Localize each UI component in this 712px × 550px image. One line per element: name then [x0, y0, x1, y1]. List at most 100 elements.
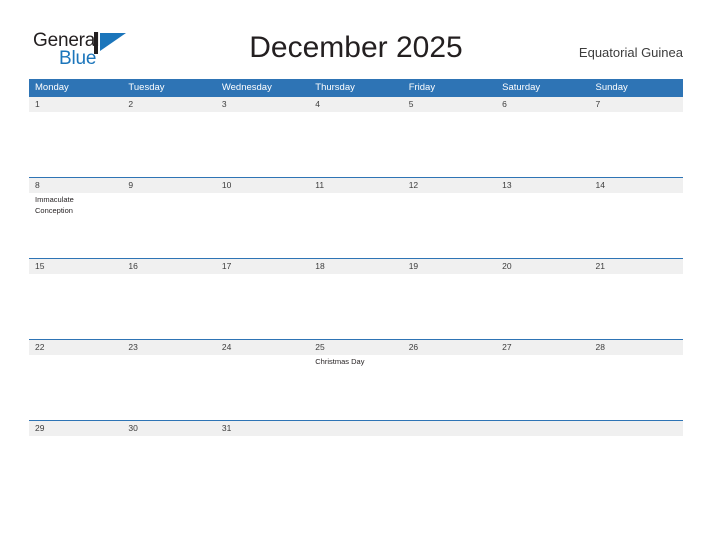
calendar-day-cell-empty	[496, 421, 590, 454]
calendar-day-cell[interactable]: 18	[309, 259, 403, 339]
day-number-banner: 23	[122, 340, 216, 355]
day-number-banner: 26	[402, 340, 497, 355]
calendar-week-cells: 1 2 3 4 5 6 7	[29, 97, 683, 177]
day-events	[403, 436, 496, 438]
day-number-banner: 9	[122, 178, 216, 193]
calendar-day-cell[interactable]: 20	[496, 259, 590, 339]
calendar-day-cell[interactable]: 7	[589, 97, 683, 177]
weekday-header-monday: Monday	[35, 82, 69, 93]
day-number: 12	[408, 180, 419, 190]
day-number: 18	[315, 261, 325, 271]
calendar-day-cell[interactable]: 21	[589, 259, 683, 339]
calendar-day-cell-empty	[402, 421, 497, 454]
calendar-day-cell[interactable]: 30	[122, 421, 216, 454]
calendar-day-cell[interactable]: 22	[29, 340, 123, 420]
calendar-day-cell[interactable]: 23	[122, 340, 216, 420]
calendar-day-cell[interactable]: 15	[29, 259, 123, 339]
calendar-day-cell[interactable]: 5	[402, 97, 497, 177]
day-events	[590, 112, 683, 114]
day-events	[496, 112, 589, 114]
day-number: 17	[221, 261, 232, 271]
day-number: 15	[35, 261, 45, 271]
day-number: 19	[408, 261, 419, 271]
day-number-banner: 30	[122, 421, 216, 436]
day-number-banner: 7	[589, 97, 683, 112]
day-events	[309, 112, 402, 114]
calendar-day-cell[interactable]: 24	[215, 340, 310, 420]
calendar-day-cell[interactable]: 6	[496, 97, 590, 177]
day-number-banner: 8	[29, 178, 123, 193]
day-number: 7	[595, 99, 601, 109]
day-number-banner: 20	[496, 259, 590, 274]
calendar-day-cell[interactable]: 12	[402, 178, 497, 258]
calendar-day-cell[interactable]: 29	[29, 421, 123, 454]
calendar-day-cell[interactable]: 27	[496, 340, 590, 420]
weekday-header-row: Monday Tuesday Wednesday Thursday Friday Satu…	[29, 79, 683, 96]
calendar-day-cell[interactable]: 2	[122, 97, 216, 177]
day-number: 20	[502, 261, 512, 271]
day-number-banner	[496, 421, 590, 436]
calendar-day-cell[interactable]: 14	[589, 178, 683, 258]
day-events: Christmas Day	[309, 355, 402, 368]
day-number-banner: 27	[496, 340, 590, 355]
calendar-week-row: 15 16 17 18 19 20 21	[29, 258, 683, 339]
day-number-banner: 22	[29, 340, 123, 355]
day-number: 29	[35, 423, 45, 433]
day-number-banner: 14	[589, 178, 683, 193]
calendar-day-cell[interactable]: 1	[29, 97, 123, 177]
calendar-day-cell[interactable]: 25 Christmas Day	[309, 340, 403, 420]
calendar-page: General Blue December 2025 Equatorial Gu…	[0, 0, 712, 550]
day-number: 16	[128, 261, 138, 271]
calendar-day-cell[interactable]: 17	[215, 259, 310, 339]
day-events	[29, 436, 122, 438]
day-number: 8	[35, 180, 40, 190]
day-events	[216, 274, 309, 276]
calendar-day-cell[interactable]: 31	[215, 421, 310, 454]
day-number-banner: 24	[215, 340, 310, 355]
day-number-banner	[589, 421, 683, 436]
day-number-banner: 17	[215, 259, 310, 274]
day-events	[216, 112, 309, 114]
calendar-week-row: 29 30 31	[29, 420, 683, 454]
weekday-header-sunday: Sunday	[595, 82, 628, 93]
day-number-banner	[309, 421, 403, 436]
calendar-day-cell-empty	[589, 421, 683, 454]
calendar-day-cell[interactable]: 4	[309, 97, 403, 177]
day-number: 27	[502, 342, 512, 352]
holiday-label: Christmas Day	[315, 357, 365, 366]
day-number: 10	[221, 180, 232, 190]
day-number: 4	[315, 99, 320, 109]
day-events	[29, 274, 122, 276]
calendar-day-cell[interactable]: 10	[215, 178, 310, 258]
day-number-banner: 19	[402, 259, 497, 274]
day-number-banner: 28	[589, 340, 683, 355]
day-events	[403, 274, 496, 276]
weekday-header-tuesday: Tuesday	[128, 82, 165, 93]
day-number-banner: 15	[29, 259, 123, 274]
calendar-grid: Monday Tuesday Wednesday Thursday Friday Satu…	[29, 79, 683, 454]
calendar-weeks: 1 2 3 4 5 6 7 8 Immaculate Conception 9 10 11 12 13 14…	[29, 96, 683, 454]
day-events	[590, 274, 683, 276]
day-number: 1	[35, 99, 40, 109]
day-events	[216, 436, 309, 438]
day-number-banner: 31	[215, 421, 310, 436]
calendar-day-cell[interactable]: 3	[215, 97, 310, 177]
day-number-banner: 4	[309, 97, 403, 112]
day-events	[309, 274, 402, 276]
day-number: 30	[128, 423, 138, 433]
calendar-day-cell[interactable]: 28	[589, 340, 683, 420]
day-events: Immaculate Conception	[29, 193, 122, 216]
country-label: Equatorial Guinea	[578, 45, 683, 60]
calendar-day-cell[interactable]: 13	[496, 178, 590, 258]
calendar-day-cell[interactable]: 16	[122, 259, 216, 339]
calendar-day-cell[interactable]: 8 Immaculate Conception	[29, 178, 123, 258]
day-number: 25	[315, 342, 325, 352]
day-events	[590, 355, 683, 357]
calendar-day-cell[interactable]: 9	[122, 178, 216, 258]
weekday-header-friday: Friday	[408, 82, 436, 93]
calendar-day-cell[interactable]: 26	[402, 340, 497, 420]
day-events	[29, 355, 122, 357]
calendar-day-cell[interactable]: 19	[402, 259, 497, 339]
calendar-day-cell[interactable]: 11	[309, 178, 403, 258]
day-number: 31	[221, 423, 232, 433]
